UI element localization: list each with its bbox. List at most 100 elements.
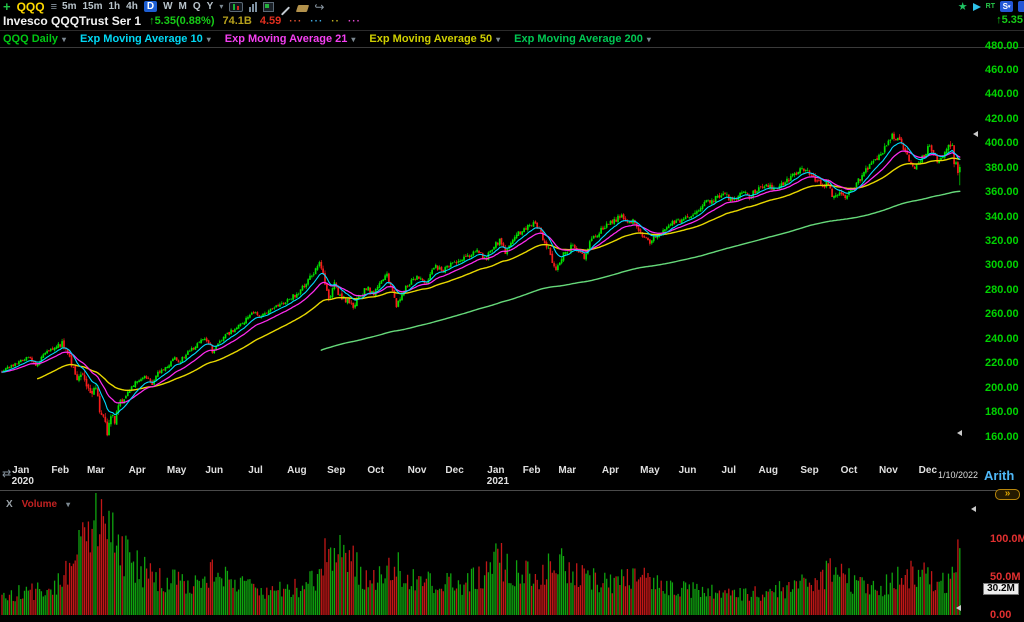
stat-range: 4.59 — [260, 15, 281, 27]
add-symbol-icon[interactable]: + — [3, 1, 11, 12]
timeframe-yearly[interactable]: Y — [207, 1, 214, 12]
year-tick-label: 2020 — [12, 476, 34, 487]
month-tick-label: Aug — [758, 465, 777, 476]
indicator-value-dots: ··· — [348, 16, 361, 27]
price-tick-label: 380.00 — [985, 162, 1019, 174]
symbol-field[interactable]: QQQ — [17, 0, 45, 14]
month-tick-label: Nov — [879, 465, 898, 476]
timeframe-daily[interactable]: D — [144, 1, 157, 12]
price-tick-label: 200.00 — [985, 382, 1019, 394]
timeframe-weekly[interactable]: W — [163, 1, 172, 12]
divider — [0, 490, 1008, 491]
indicator-qqq-daily[interactable]: QQQ Daily — [3, 33, 58, 45]
timeframe-dropdown-icon[interactable]: ▾ — [219, 2, 223, 11]
price-tick-label: 340.00 — [985, 211, 1019, 223]
timeframe-1h[interactable]: 1h — [109, 1, 121, 12]
share-icon[interactable]: ↪ — [314, 2, 324, 12]
indicator-ema-21[interactable]: Exp Moving Average 21 — [225, 33, 348, 45]
price-tick-label: 160.00 — [985, 431, 1019, 443]
chart-canvas[interactable] — [0, 0, 1024, 622]
chevron-down-icon[interactable]: ▾ — [207, 35, 211, 44]
month-tick-label: Sep — [327, 465, 345, 476]
draw-icon[interactable] — [280, 1, 291, 12]
stat-volume: 74.1B — [223, 15, 252, 27]
price-tick-label: 420.00 — [985, 113, 1019, 125]
price-tick-label: 300.00 — [985, 259, 1019, 271]
year-tick-label: 2021 — [487, 476, 509, 487]
chevron-down-icon[interactable]: ▾ — [62, 35, 66, 44]
menu-icon[interactable]: ≡ — [51, 1, 56, 13]
month-tick-label: May — [640, 465, 659, 476]
month-tick-label: Dec — [919, 465, 937, 476]
month-tick-label: Oct — [367, 465, 384, 476]
clipped-button[interactable] — [1018, 1, 1024, 12]
month-tick-label: Apr — [129, 465, 146, 476]
month-tick-label: Dec — [445, 465, 463, 476]
chevron-down-icon[interactable]: ▾ — [647, 35, 651, 44]
volume-pane-header: X Volume ▾ — [6, 499, 70, 510]
price-tick-label: 220.00 — [985, 357, 1019, 369]
chevron-down-icon[interactable]: ▾ — [496, 35, 500, 44]
month-tick-label: Feb — [51, 465, 69, 476]
price-tick-label: 400.00 — [985, 137, 1019, 149]
indicator-ema-50[interactable]: Exp Moving Average 50 — [369, 33, 492, 45]
axis-marker-icon — [973, 131, 978, 137]
month-tick-label: Nov — [408, 465, 427, 476]
volume-close-button[interactable]: X — [6, 499, 13, 510]
last-date-label: 1/10/2022 — [938, 470, 978, 480]
axis-marker-icon — [971, 506, 976, 512]
tag-icon[interactable] — [297, 1, 308, 12]
timeframe-4h[interactable]: 4h — [126, 1, 138, 12]
month-tick-label: Jun — [679, 465, 697, 476]
month-tick-label: Oct — [841, 465, 858, 476]
timeframe-quarterly[interactable]: Q — [193, 1, 201, 12]
bar-chart-icon[interactable] — [249, 1, 257, 12]
indicator-value-dots: ··· — [289, 16, 302, 27]
favorite-star-icon[interactable]: ★ — [958, 0, 968, 13]
price-tick-label: 440.00 — [985, 88, 1019, 100]
month-tick-label: Apr — [602, 465, 619, 476]
pan-icon[interactable]: ⇄ — [2, 467, 11, 480]
toolbar: + QQQ ≡ 5m 15m 1h 4h D W M Q Y ▾ ↪ — [3, 0, 324, 13]
timeframe-15m[interactable]: 15m — [82, 1, 102, 12]
month-tick-label: Jul — [722, 465, 736, 476]
current-volume-badge: 30.2M — [983, 583, 1019, 595]
month-tick-label: Aug — [287, 465, 306, 476]
price-tick-label: 360.00 — [985, 186, 1019, 198]
price-tick-label: 280.00 — [985, 284, 1019, 296]
price-tick-label: 180.00 — [985, 406, 1019, 418]
month-tick-label: Sep — [800, 465, 818, 476]
title-bar: Invesco QQQTrust Ser 1 ↑5.35(0.88%) 74.1… — [3, 13, 361, 29]
realtime-badge: RT — [986, 3, 995, 10]
instrument-name: Invesco QQQTrust Ser 1 — [3, 14, 141, 28]
indicator-ema-10[interactable]: Exp Moving Average 10 — [80, 33, 203, 45]
price-tick-label: 320.00 — [985, 235, 1019, 247]
axis-marker-icon — [957, 430, 962, 436]
chart-style-icon[interactable] — [229, 1, 243, 12]
volume-tick-label: 50.0M — [990, 571, 1021, 583]
timeframe-monthly[interactable]: M — [179, 1, 187, 12]
volume-indicator-label[interactable]: Volume — [22, 499, 57, 510]
toolbar-right: ★ RT S▾ — [958, 0, 1024, 13]
chevron-down-icon[interactable]: ▾ — [351, 35, 355, 44]
timeframe-5m[interactable]: 5m — [62, 1, 76, 12]
divider — [0, 30, 1024, 31]
month-tick-label: Feb — [523, 465, 541, 476]
chevron-down-icon[interactable]: ▾ — [66, 500, 70, 509]
flag-icon[interactable] — [973, 3, 981, 11]
month-tick-label: Jul — [248, 465, 262, 476]
scale-mode-label[interactable]: Arith — [984, 468, 1014, 483]
indicator-value-dots: ··· — [310, 16, 323, 27]
indicator-ema-200[interactable]: Exp Moving Average 200 — [514, 33, 643, 45]
month-tick-label: Jan — [487, 465, 504, 476]
indicator-bar: QQQ Daily ▾ Exp Moving Average 10 ▾ Exp Mo… — [3, 32, 660, 46]
indicator-value-dots: ·· — [331, 16, 340, 27]
notes-icon[interactable] — [263, 1, 274, 12]
price-tick-label: 460.00 — [985, 64, 1019, 76]
change-value: ↑5.35(0.88%) — [149, 15, 214, 27]
month-tick-label: Mar — [558, 465, 576, 476]
price-tick-label: 240.00 — [985, 333, 1019, 345]
month-tick-label: Jan — [12, 465, 29, 476]
expand-axis-button[interactable]: » — [995, 489, 1020, 500]
stream-source-button[interactable]: S▾ — [1000, 1, 1013, 12]
